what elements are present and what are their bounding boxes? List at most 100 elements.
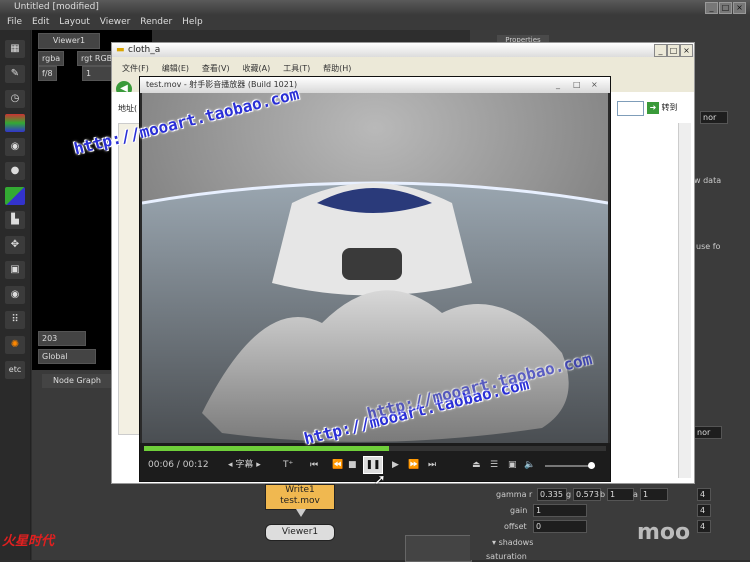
gamma-r-label: r <box>529 490 533 499</box>
close-icon[interactable]: × <box>733 2 746 14</box>
progress-fill <box>144 446 389 451</box>
player-minimize-icon[interactable]: _ <box>556 77 560 93</box>
explorer-maximize-icon[interactable]: □ <box>667 44 680 57</box>
none-dropdown-1[interactable]: nor <box>700 111 728 124</box>
mouse-cursor-icon: ➚ <box>374 472 386 488</box>
address-dropdown[interactable] <box>617 101 644 116</box>
explorer-title-bar: ▬ cloth_a _ □ × <box>112 43 694 57</box>
stop-icon[interactable]: ■ <box>348 459 357 471</box>
go-arrow-icon: ➜ <box>647 102 659 114</box>
player-close-icon[interactable]: × <box>591 77 598 93</box>
menu-render[interactable]: Render <box>140 15 172 30</box>
offset-label: offset <box>504 522 527 531</box>
window-mode-icon[interactable]: ▣ <box>508 459 517 471</box>
3d-tool-icon[interactable]: ▣ <box>5 261 25 279</box>
maximize-icon[interactable]: □ <box>719 2 732 14</box>
nuke-toolbar: ▦ ✎ ◷ ◉ ● ▙ ✥ ▣ ◉ ⠿ ✺ etc <box>0 30 31 560</box>
progress-bar[interactable] <box>144 446 606 451</box>
player-title-bar: test.mov - 射手影音播放器 (Build 1021) _ □ × <box>140 77 610 93</box>
folder-icon: ▬ <box>116 45 125 55</box>
gain-label: gain <box>510 506 528 515</box>
gamma-g-field[interactable]: 0.573 <box>573 488 601 501</box>
gain-field[interactable]: 1 <box>533 504 587 517</box>
playlist-icon[interactable]: ☰ <box>490 459 498 471</box>
minimize-icon[interactable]: _ <box>705 2 718 14</box>
step-forward-icon[interactable]: ▶ <box>392 459 399 471</box>
gamma-a-label: a <box>633 490 638 499</box>
offset-channels-field[interactable]: 4 <box>697 520 711 533</box>
node-graph-minimap[interactable] <box>405 535 472 562</box>
gamma-label: gamma <box>496 490 527 499</box>
transform-tool-icon[interactable]: ✥ <box>5 236 25 254</box>
metadata-tool-icon[interactable]: ⠿ <box>5 311 25 329</box>
viewer-node[interactable]: Viewer1 <box>265 524 335 541</box>
other-tool-icon[interactable]: etc <box>5 361 25 379</box>
rewind-icon[interactable]: ⏪ <box>332 459 343 471</box>
explorer-minimize-icon[interactable]: _ <box>654 44 667 57</box>
connection-arrow-icon <box>296 509 306 517</box>
next-icon[interactable]: ⏭ <box>428 459 436 471</box>
go-button[interactable]: ➜ 转到 <box>647 101 687 114</box>
global-dropdown[interactable]: Global <box>38 349 96 364</box>
subtitle-label: 字幕 <box>235 460 254 470</box>
offset-field[interactable]: 0 <box>533 520 587 533</box>
image-tool-icon[interactable]: ▦ <box>5 40 25 58</box>
draw-tool-icon[interactable]: ✎ <box>5 65 25 83</box>
video-scene <box>142 93 608 443</box>
explorer-scrollbar[interactable] <box>678 123 691 478</box>
video-frame[interactable] <box>142 93 608 443</box>
color-tool-icon[interactable]: ◉ <box>5 138 25 156</box>
menu-edit[interactable]: Edit <box>32 15 49 30</box>
volume-knob[interactable] <box>587 462 595 469</box>
volume-icon[interactable]: 🔈 <box>524 459 535 471</box>
gamma-b-field[interactable]: 1 <box>607 488 634 501</box>
data-label: w data <box>694 176 722 185</box>
logo-bottom-left: 火星时代 <box>2 534 55 549</box>
viewer-tab[interactable]: Viewer1 <box>38 33 100 49</box>
nuke-menu-bar: File Edit Layout Viewer Render Help <box>0 15 750 30</box>
shadows-section-toggle[interactable]: ▾ shadows <box>492 538 533 547</box>
go-label: 转到 <box>661 103 678 112</box>
shadows-label: shadows <box>498 538 534 547</box>
merge-tool-icon[interactable]: ▙ <box>5 211 25 229</box>
explorer-title: cloth_a <box>128 45 161 55</box>
menu-viewer[interactable]: Viewer <box>100 15 131 30</box>
explorer-close-icon[interactable]: × <box>680 44 693 57</box>
channels-dropdown[interactable]: rgba <box>38 51 65 66</box>
prev-icon[interactable]: ⏮ <box>310 459 318 471</box>
filter-tool-icon[interactable]: ● <box>5 162 25 180</box>
gamma-r-field[interactable]: 0.335 <box>537 488 567 501</box>
furnace-tool-icon[interactable]: ✺ <box>5 336 25 354</box>
nuke-window-title: Untitled [modified] <box>14 2 99 12</box>
write-node-label: Write1 <box>285 485 315 495</box>
use-label: use fo <box>696 242 721 251</box>
text-style-icon[interactable]: T⁺ <box>283 459 293 471</box>
menu-file[interactable]: File <box>7 15 22 30</box>
channel-tool-icon[interactable] <box>5 114 25 132</box>
time-tool-icon[interactable]: ◷ <box>5 90 25 108</box>
player-maximize-icon[interactable]: □ <box>573 77 581 93</box>
views-tool-icon[interactable]: ◉ <box>5 286 25 304</box>
node-graph-tab[interactable]: Node Graph <box>42 374 112 388</box>
menu-help[interactable]: Help <box>182 15 203 30</box>
menu-layout[interactable]: Layout <box>59 15 90 30</box>
logo-bottom-right: moo <box>637 520 691 545</box>
gamma-channels-field[interactable]: 4 <box>697 488 711 501</box>
volume-slider[interactable] <box>545 462 595 469</box>
gain-channels-field[interactable]: 4 <box>697 504 711 517</box>
keyer-tool-icon[interactable] <box>5 187 25 205</box>
write-node-file: test.mov <box>280 496 320 506</box>
fast-forward-icon[interactable]: ⏩ <box>408 459 419 471</box>
subtitle-button[interactable]: ◂ 字幕 ▸ <box>228 459 261 471</box>
gamma-g-label: g <box>566 490 572 499</box>
write-node[interactable]: Write1 test.mov <box>265 484 335 510</box>
gamma-a-field[interactable]: 1 <box>640 488 668 501</box>
fstop-field[interactable]: f/8 <box>38 66 57 81</box>
time-display: 00:06 / 00:12 <box>148 460 209 470</box>
none-dropdown-2[interactable]: nor <box>694 426 722 439</box>
car-grille <box>342 248 402 280</box>
frame-number-field[interactable]: 203 <box>38 331 86 346</box>
nuke-title-bar: Untitled [modified] _ □ × <box>0 0 750 15</box>
eject-icon[interactable]: ⏏ <box>472 459 481 471</box>
address-label: 地址( <box>118 104 138 113</box>
